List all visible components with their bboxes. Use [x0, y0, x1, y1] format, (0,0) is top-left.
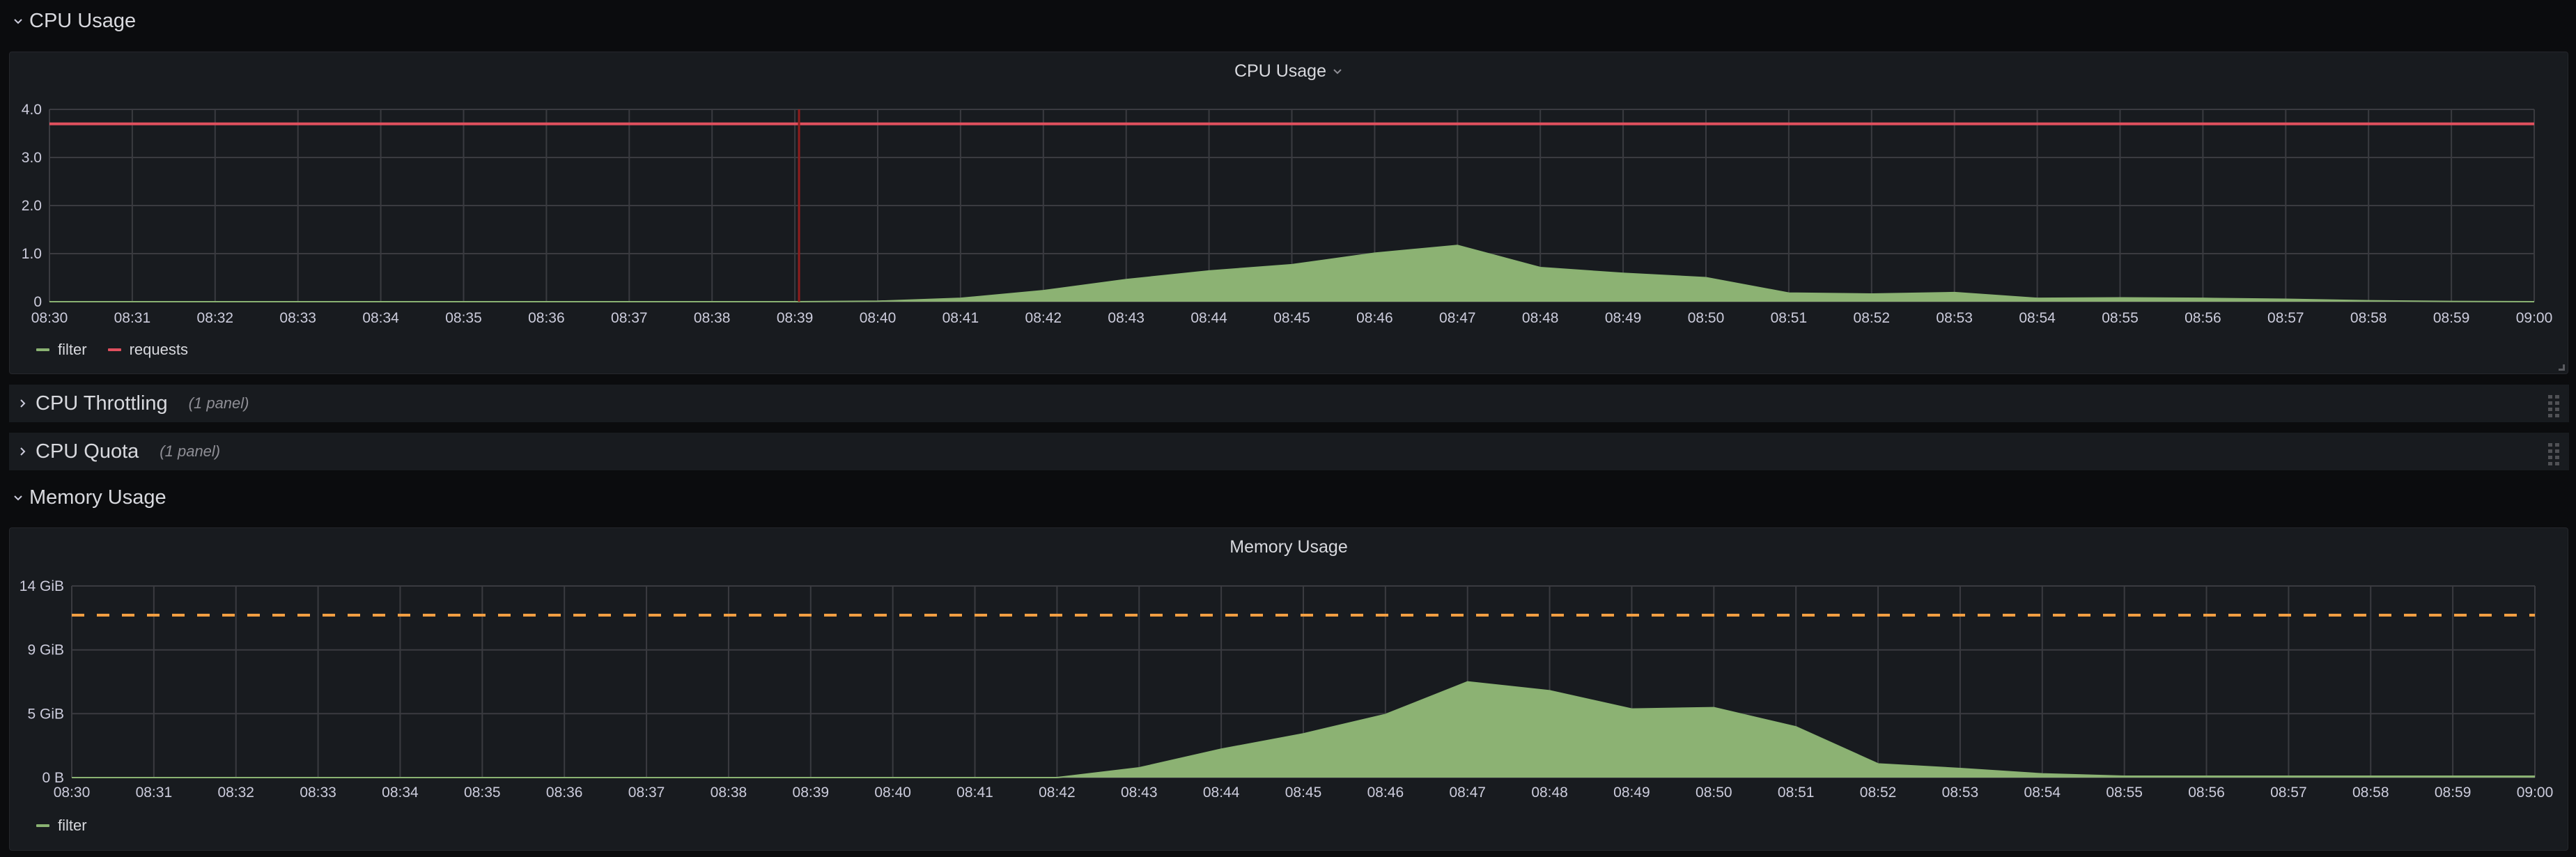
y-tick-label: 1.0: [22, 246, 42, 262]
x-tick-label: 08:44: [1203, 785, 1240, 801]
y-tick-label: 9 GiB: [27, 642, 64, 658]
x-tick-label: 08:35: [445, 310, 482, 326]
x-tick-label: 08:54: [2019, 310, 2056, 326]
x-tick-label: 08:54: [2024, 785, 2061, 801]
x-tick-label: 08:42: [1025, 310, 1062, 326]
x-tick-label: 08:38: [711, 785, 747, 801]
x-tick-label: 08:39: [793, 785, 830, 801]
x-tick-label: 08:41: [942, 310, 979, 326]
x-tick-label: 08:47: [1439, 310, 1476, 326]
x-tick-label: 08:40: [860, 310, 897, 326]
x-tick-label: 08:53: [1936, 310, 1973, 326]
x-tick-label: 08:58: [2350, 310, 2387, 326]
x-tick-label: 09:00: [2516, 310, 2553, 326]
x-tick-label: 08:43: [1108, 310, 1145, 326]
x-tick-label: 08:42: [1039, 785, 1076, 801]
y-tick-label: 14 GiB: [20, 578, 64, 594]
y-tick-label: 5 GiB: [27, 706, 64, 722]
x-tick-label: 08:50: [1696, 785, 1732, 801]
cpu-plot: 0 1.0 2.0 3.0 4.0 08:30 08:31 08:32 08:33 08:34 08…: [22, 102, 2552, 326]
x-tick-label: 08:51: [1771, 310, 1808, 326]
y-tick-label: 3.0: [22, 150, 42, 166]
x-tick-label: 08:53: [1942, 785, 1979, 801]
x-tick-label: 08:45: [1285, 785, 1322, 801]
x-tick-label: 08:59: [2433, 310, 2470, 326]
x-tick-label: 08:37: [628, 785, 665, 801]
x-tick-label: 08:39: [777, 310, 814, 326]
x-tick-label: 08:38: [694, 310, 731, 326]
x-tick-label: 08:52: [1860, 785, 1897, 801]
x-tick-label: 08:37: [611, 310, 648, 326]
x-tick-label: 08:36: [546, 785, 583, 801]
x-tick-label: 08:35: [464, 785, 501, 801]
x-tick-label: 08:56: [2188, 785, 2225, 801]
x-tick-label: 08:34: [362, 310, 399, 326]
y-tick-label: 0: [33, 294, 42, 310]
x-tick-label: 08:31: [136, 785, 173, 801]
x-tick-label: 08:48: [1531, 785, 1568, 801]
x-tick-label: 08:43: [1121, 785, 1158, 801]
y-tick-label: 2.0: [22, 198, 42, 214]
x-tick-label: 08:40: [874, 785, 911, 801]
x-tick-label: 08:57: [2270, 785, 2307, 801]
x-tick-label: 08:46: [1356, 310, 1393, 326]
x-tick-label: 08:32: [217, 785, 254, 801]
x-tick-label: 08:49: [1613, 785, 1650, 801]
x-tick-label: 08:30: [54, 785, 91, 801]
x-tick-label: 08:33: [279, 310, 316, 326]
x-tick-label: 08:45: [1273, 310, 1310, 326]
y-tick-label: 0 B: [42, 770, 64, 786]
x-tick-label: 08:56: [2185, 310, 2221, 326]
x-tick-label: 08:32: [197, 310, 234, 326]
x-tick-label: 08:31: [114, 310, 151, 326]
x-tick-label: 08:50: [1688, 310, 1725, 326]
x-tick-label: 08:33: [300, 785, 336, 801]
x-tick-label: 08:41: [956, 785, 993, 801]
x-tick-label: 08:52: [1854, 310, 1891, 326]
x-tick-label: 08:57: [2267, 310, 2304, 326]
x-tick-label: 08:51: [1778, 785, 1815, 801]
x-tick-label: 08:58: [2352, 785, 2389, 801]
memory-plot: 0 B 5 GiB 9 GiB 14 GiB 08:30 08:31 08:32 08:33 0…: [20, 578, 2553, 801]
x-tick-label: 08:46: [1367, 785, 1404, 801]
x-tick-label: 08:59: [2435, 785, 2472, 801]
x-tick-label: 08:55: [2106, 785, 2143, 801]
x-tick-label: 08:47: [1449, 785, 1486, 801]
cpu-usage-chart[interactable]: 0 1.0 2.0 3.0 4.0 08:30 08:31 08:32 08:33 08:34 08…: [0, 0, 2576, 857]
x-tick-label: 08:30: [31, 310, 68, 326]
x-tick-label: 08:49: [1605, 310, 1642, 326]
x-tick-label: 08:34: [382, 785, 419, 801]
y-tick-label: 4.0: [22, 102, 42, 118]
x-tick-label: 09:00: [2517, 785, 2554, 801]
x-tick-label: 08:44: [1190, 310, 1227, 326]
x-tick-label: 08:36: [528, 310, 565, 326]
x-tick-label: 08:48: [1522, 310, 1559, 326]
x-tick-label: 08:55: [2102, 310, 2139, 326]
